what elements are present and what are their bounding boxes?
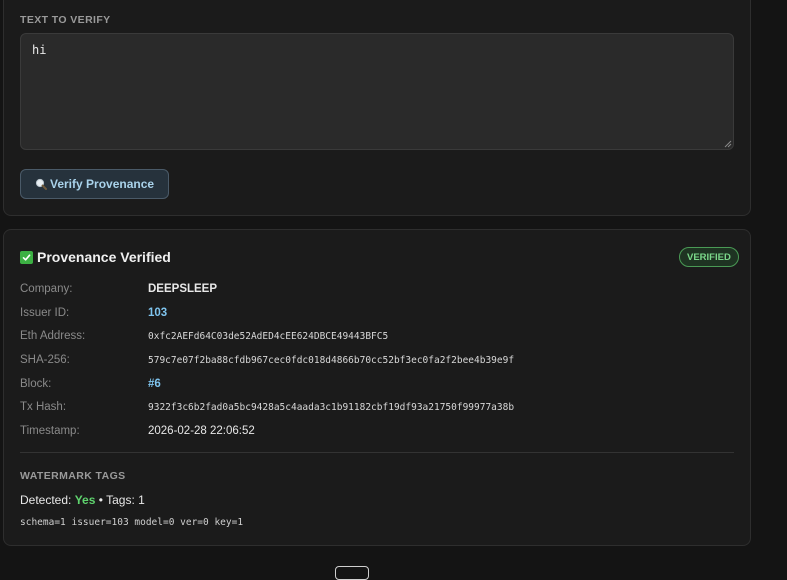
result-title: Provenance Verified: [20, 249, 171, 265]
tags-count: Tags: 1: [106, 493, 145, 507]
verify-panel: TEXT TO VERIFY Verify Provenance: [3, 0, 751, 216]
eth-address-value: 0xfc2AEFd64C03de52AdED4cEE624DBCE49443BF…: [148, 331, 389, 342]
detected-value: Yes: [74, 493, 96, 507]
detail-key: SHA-256:: [20, 354, 70, 366]
verify-text-input[interactable]: [20, 33, 734, 150]
detected-separator: •: [98, 493, 103, 507]
detail-row-eth-address: Eth Address: 0xfc2AEFd64C03de52AdED4cEE6…: [20, 330, 740, 346]
detail-row-tx-hash: Tx Hash: 9322f3c6b2fad0a5bc9428a5c4aada3…: [20, 401, 740, 417]
detail-row-company: Company: DEEPSLEEP: [20, 283, 740, 299]
detail-key: Block:: [20, 378, 52, 390]
watermark-tags-value: schema=1 issuer=103 model=0 ver=0 key=1: [20, 517, 244, 528]
resize-grip-icon[interactable]: [724, 140, 732, 148]
sha256-value: 579c7e07f2ba88cfdb967cec0fdc018d4866b70c…: [148, 355, 515, 366]
magnifier-icon: [35, 178, 47, 190]
verify-button-label: Verify Provenance: [50, 177, 155, 191]
detected-prefix: Detected:: [20, 493, 72, 507]
detail-key: Company:: [20, 283, 73, 295]
verify-provenance-button[interactable]: Verify Provenance: [20, 169, 170, 199]
detail-key: Issuer ID:: [20, 307, 70, 319]
detail-key: Timestamp:: [20, 425, 80, 437]
detail-key: Tx Hash:: [20, 401, 67, 413]
company-value: DEEPSLEEP: [148, 283, 218, 295]
watermark-tags-label: WATERMARK TAGS: [20, 470, 126, 482]
section-divider: [20, 452, 734, 453]
timestamp-value: 2026-02-28 22:06:52: [148, 425, 255, 437]
check-icon: [20, 250, 33, 264]
detail-row-block: Block: #6: [20, 378, 740, 394]
bottom-button-partial[interactable]: [335, 566, 369, 580]
tx-hash-value: 9322f3c6b2fad0a5bc9428a5c4aada3c1b91182c…: [148, 402, 515, 413]
block-link[interactable]: #6: [148, 378, 161, 390]
detail-key: Eth Address:: [20, 330, 86, 342]
issuer-id-link[interactable]: 103: [148, 307, 167, 319]
result-title-text: Provenance Verified: [37, 249, 171, 265]
watermark-detected-line: Detected: Yes • Tags: 1: [20, 493, 145, 507]
detail-row-timestamp: Timestamp: 2026-02-28 22:06:52: [20, 425, 740, 441]
detail-row-sha256: SHA-256: 579c7e07f2ba88cfdb967cec0fdc018…: [20, 354, 740, 370]
detail-row-issuer-id: Issuer ID: 103: [20, 307, 740, 323]
text-to-verify-label: TEXT TO VERIFY: [20, 14, 111, 26]
provenance-result-panel: Provenance Verified VERIFIED Company: DE…: [3, 229, 751, 546]
verified-badge: VERIFIED: [679, 247, 739, 267]
